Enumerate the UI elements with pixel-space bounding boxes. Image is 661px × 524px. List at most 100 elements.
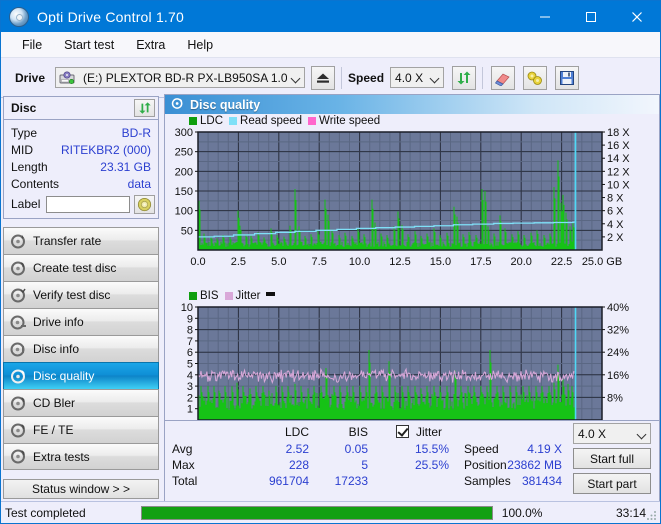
menu-item-file[interactable]: File (11, 35, 53, 55)
progress-fill (141, 506, 492, 519)
svg-text:5: 5 (187, 359, 193, 371)
start-part-button[interactable]: Start part (573, 473, 651, 494)
disc-label-key: Label (11, 197, 41, 211)
left-column: Disc Type BD-R MID RITEKBR2 (000) Length… (3, 96, 161, 499)
status-window-button[interactable]: Status window > > (3, 479, 159, 499)
svg-text:10 X: 10 X (607, 179, 630, 191)
test-speed-value: 4.0 X (578, 426, 607, 441)
sidebar-item-verify-test-disc[interactable]: Verify test disc (3, 281, 159, 308)
menu-item-help[interactable]: Help (176, 35, 224, 55)
sidebar-item-label: Create test disc (33, 261, 117, 275)
svg-text:17.5: 17.5 (470, 256, 491, 268)
close-button[interactable] (614, 1, 660, 32)
legend-item-jitter: Jitter (224, 290, 261, 302)
svg-text:9: 9 (187, 313, 193, 325)
chevron-down-icon[interactable] (426, 74, 443, 82)
disc-row-mid: MID RITEKBR2 (000) (4, 141, 158, 158)
disc-refresh-icon[interactable] (134, 99, 155, 117)
menu-item-start-test[interactable]: Start test (53, 35, 125, 55)
menu-item-extra[interactable]: Extra (125, 35, 176, 55)
svg-text:0.0: 0.0 (190, 256, 205, 268)
jitter-avg-value: 15.5% (414, 442, 449, 456)
jitter-checkbox[interactable] (396, 425, 409, 438)
stats-col-bis: BIS (348, 425, 368, 439)
sidebar-item-disc-info[interactable]: Disc info (3, 335, 159, 362)
disc-row-value: RITEKBR2 (000) (60, 142, 151, 157)
disc-icon[interactable] (134, 194, 155, 214)
erase-button[interactable] (491, 65, 516, 90)
sidebar-item-label: Disc info (33, 342, 80, 356)
samples-stat-value: 381434 (521, 474, 562, 488)
sidebar-item-cd-bler[interactable]: CD Bler (3, 389, 159, 416)
sidebar-item-extra-tests[interactable]: Extra tests (3, 443, 159, 470)
disc-test-icon (10, 260, 27, 277)
legend-item-ldc: LDC (189, 115, 223, 127)
legend-swatch-black (266, 291, 276, 296)
refresh-button[interactable] (452, 65, 477, 90)
progress-percent: 100.0% (501, 505, 543, 520)
svg-text:25.0 GB: 25.0 GB (582, 256, 622, 268)
disc-label-row: Label (4, 192, 158, 216)
resize-grip[interactable] (646, 509, 658, 521)
app-icon (9, 6, 29, 27)
disc-panel: Disc Type BD-R MID RITEKBR2 (000) Length… (3, 96, 159, 219)
jitter-label: Jitter (416, 425, 443, 439)
menu-bar: File Start test Extra Help (1, 32, 660, 58)
ldc-chart-legend: LDC Read speed Write speed (165, 114, 659, 128)
svg-text:5.0: 5.0 (271, 256, 286, 268)
stats-avg-bis: 0.05 (344, 442, 368, 456)
disc-info-icon (10, 314, 27, 331)
maximize-button[interactable] (568, 1, 614, 32)
stats-row-max-label: Max (172, 458, 195, 472)
chevron-down-icon[interactable] (633, 430, 650, 438)
disc-row-length: Length 23.31 GB (4, 158, 158, 175)
stats-col-ldc: LDC (284, 425, 309, 439)
drive-select[interactable]: (E:) PLEXTOR BD-R PX-LB950SA 1.06 (55, 67, 306, 88)
sidebar-item-create-test-disc[interactable]: Create test disc (3, 254, 159, 281)
bis-chart-legend: BIS Jitter (165, 289, 659, 303)
sidebar-item-label: Transfer rate (33, 234, 102, 248)
save-button[interactable] (555, 65, 580, 90)
stats-row-avg-label: Avg (172, 442, 193, 456)
svg-text:2.5: 2.5 (231, 256, 246, 268)
sidebar-item-transfer-rate[interactable]: Transfer rate (3, 227, 159, 254)
start-full-button[interactable]: Start full (573, 448, 651, 469)
test-speed-select[interactable]: 4.0 X (573, 423, 651, 444)
sidebar-item-drive-info[interactable]: Drive info (3, 308, 159, 335)
svg-text:100: 100 (175, 206, 193, 218)
disc-label-input[interactable] (46, 195, 130, 213)
legend-swatch-read-speed (229, 117, 238, 125)
page-title: Disc quality (190, 97, 261, 112)
toolbar-separator-1 (341, 66, 343, 89)
svg-text:200: 200 (175, 166, 193, 178)
svg-text:14 X: 14 X (607, 153, 630, 165)
legend-swatch-write-speed (308, 117, 317, 125)
disc-row-key: Type (11, 125, 38, 140)
legend-label: Write speed (319, 115, 381, 127)
eject-button[interactable] (311, 65, 336, 90)
settings-button[interactable] (523, 65, 548, 90)
disc-quality-icon (10, 368, 27, 385)
svg-text:50: 50 (181, 225, 193, 237)
legend-label: Jitter (235, 290, 261, 302)
svg-text:250: 250 (175, 147, 193, 159)
ldc-read-speed-chart[interactable]: 300 250 200 150 100 50 18 X16 X14 X12 X10 X 8 X… (165, 127, 659, 286)
sidebar-item-fe-te[interactable]: FE / TE (3, 416, 159, 443)
disc-panel-header: Disc (4, 97, 158, 120)
minimize-button[interactable] (522, 1, 568, 32)
legend-swatch-jitter (224, 292, 233, 300)
svg-text:8: 8 (187, 325, 193, 337)
elapsed-time: 33:14 (615, 505, 646, 520)
stats-panel: LDC BIS Avg 2.52 0.05 Max 228 5 Total 96… (165, 420, 659, 501)
chevron-down-icon[interactable] (287, 74, 304, 82)
sidebar-item-label: Verify test disc (33, 288, 111, 302)
svg-text:12 X: 12 X (607, 166, 630, 178)
stats-total-ldc: 961704 (268, 474, 309, 488)
svg-text:16%: 16% (607, 370, 629, 382)
title-bar: Opti Drive Control 1.70 (1, 1, 660, 32)
legend-label: LDC (200, 115, 224, 127)
speed-select[interactable]: 4.0 X (390, 67, 445, 88)
svg-text:10.0: 10.0 (349, 256, 370, 268)
sidebar-item-disc-quality[interactable]: Disc quality (3, 362, 159, 389)
svg-text:8 X: 8 X (607, 193, 624, 205)
